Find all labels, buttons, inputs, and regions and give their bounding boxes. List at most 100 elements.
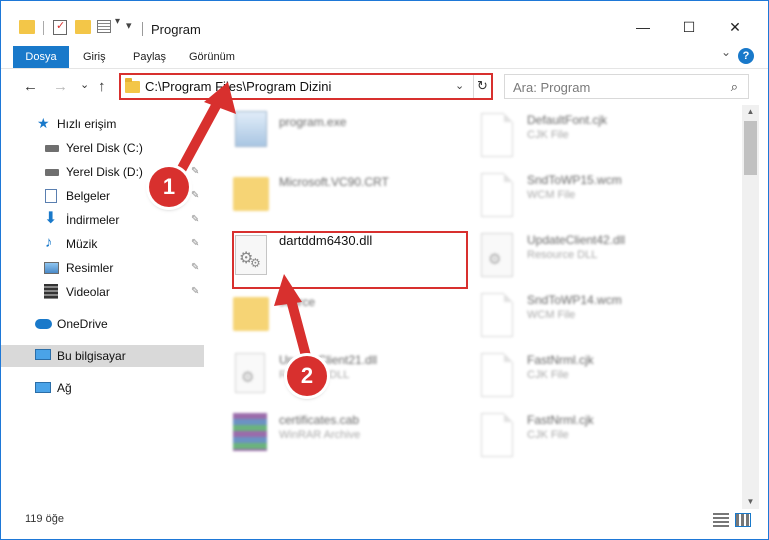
address-dropdown-icon[interactable]: ⌄ — [455, 79, 464, 92]
pin-icon[interactable]: ✎ — [191, 161, 199, 183]
callout-2: 2 — [287, 356, 327, 396]
sidebar-item-label: Belgeler — [66, 189, 111, 203]
sidebar-item-this-pc[interactable]: Bu bilgisayar — [1, 345, 204, 367]
file-name: certificates.cab — [279, 413, 360, 427]
file-name: Microsoft.VC90.CRT — [279, 175, 389, 189]
sidebar-item-label: Ağ — [57, 381, 72, 395]
file-item[interactable]: ⚙ UpdateClient42.dll Resource DLL — [459, 225, 699, 281]
search-input[interactable]: Ara: Program ⌕ — [504, 74, 749, 99]
sidebar-item-onedrive[interactable]: OneDrive — [1, 313, 204, 335]
folder-icon — [233, 297, 269, 331]
item-count: 119 öğe — [25, 513, 64, 525]
file-item[interactable]: certificates.cab WinRAR Archive — [211, 405, 451, 461]
file-name: SndToWP15.wcm — [527, 173, 622, 187]
tab-paylas[interactable]: Paylaş — [125, 46, 174, 68]
cloud-icon — [35, 319, 52, 329]
pin-icon[interactable]: ✎ — [191, 185, 199, 207]
large-icons-view-icon[interactable] — [735, 513, 751, 527]
close-button[interactable]: ✕ — [713, 12, 757, 42]
callout-1: 1 — [149, 167, 189, 207]
pin-icon[interactable]: ✎ — [191, 233, 199, 255]
sidebar-item-network[interactable]: Ağ — [1, 377, 204, 399]
file-type: Resource DLL — [527, 249, 598, 261]
file-name: FastNrml.cjk — [527, 353, 594, 367]
sidebar-item-label: Bu bilgisayar — [57, 349, 126, 363]
document-icon — [481, 293, 513, 337]
maximize-button[interactable]: ☐ — [667, 12, 711, 42]
sidebar-item-pictures[interactable]: Resimler ✎ — [1, 257, 204, 279]
sidebar-item-label: İndirmeler — [66, 213, 120, 227]
up-button[interactable]: ↑ — [98, 78, 106, 95]
navigation-pane: ★ Hızlı erişim Yerel Disk (C:) ✎ Yerel D… — [1, 105, 206, 505]
file-item[interactable]: DefaultFont.cjk CJK File — [459, 105, 699, 161]
file-item[interactable]: FastNrml.cjk CJK File — [459, 345, 699, 401]
tab-giris[interactable]: Giriş — [75, 46, 114, 68]
folder-icon — [19, 20, 35, 34]
sidebar-item-label: Videolar — [66, 285, 110, 299]
ribbon-expand-icon[interactable]: ⌄ — [721, 45, 731, 59]
document-icon — [481, 413, 513, 457]
minimize-button[interactable]: — — [621, 12, 665, 42]
status-bar: 119 öğe — [1, 509, 768, 539]
file-item[interactable]: SndToWP15.wcm WCM File — [459, 165, 699, 221]
file-item[interactable]: program.exe — [211, 105, 451, 161]
sidebar-item-music[interactable]: ♪ Müzik ✎ — [1, 233, 204, 255]
sidebar-item-downloads[interactable]: ⬇ İndirmeler ✎ — [1, 209, 204, 231]
chevron-down-icon[interactable]: ▾ — [115, 16, 120, 27]
search-icon[interactable]: ⌕ — [731, 79, 738, 95]
winrar-icon — [233, 413, 267, 451]
pin-icon[interactable]: ✎ — [191, 209, 199, 231]
details-view-icon[interactable] — [713, 513, 729, 527]
quick-access-toolbar-icon[interactable]: ▾ — [126, 19, 132, 32]
pin-icon[interactable]: ✎ — [191, 257, 199, 279]
file-item[interactable]: FastNrml.cjk CJK File — [459, 405, 699, 461]
sidebar-item-quick-access[interactable]: ★ Hızlı erişim — [1, 113, 204, 135]
tab-dosya[interactable]: Dosya — [13, 46, 69, 68]
sidebar-item-videos[interactable]: Videolar ✎ — [1, 281, 204, 303]
computer-icon — [35, 349, 51, 360]
tab-gorunum[interactable]: Görünüm — [181, 46, 243, 68]
sidebar-item-label: Hızlı erişim — [57, 117, 117, 131]
file-list: program.exe Microsoft.VC90.CRT ⚙ ⚙ dartd… — [211, 105, 741, 505]
sidebar-item-disk-c[interactable]: Yerel Disk (C:) ✎ — [1, 137, 204, 159]
file-item[interactable]: Microsoft.VC90.CRT — [211, 165, 451, 221]
file-type: WinRAR Archive — [279, 429, 361, 441]
scroll-thumb[interactable] — [744, 121, 757, 175]
address-bar[interactable]: C:\Program Files\Program Dizini ⌄ ↻ — [119, 73, 493, 100]
file-name: SndToWP14.wcm — [527, 293, 622, 307]
forward-button[interactable]: → — [53, 78, 68, 95]
file-name: FastNrml.cjk — [527, 413, 594, 427]
back-button[interactable]: ← — [23, 78, 38, 95]
document-icon — [481, 173, 513, 217]
properties-icon[interactable]: ✓ — [53, 20, 67, 35]
file-name: UpdateClient42.dll — [527, 233, 626, 247]
pin-icon[interactable]: ✎ — [191, 137, 199, 159]
file-item[interactable]: ⚙ UpdateClient21.dll Resource DLL — [211, 345, 451, 401]
file-type: CJK File — [527, 369, 569, 381]
new-folder-icon[interactable] — [75, 20, 91, 34]
document-icon — [481, 353, 513, 397]
scroll-up-icon[interactable]: ▲ — [742, 105, 759, 119]
file-type: WCM File — [527, 309, 576, 321]
music-icon: ♪ — [45, 234, 53, 251]
file-item[interactable]: source — [211, 285, 451, 341]
recent-locations-icon[interactable]: ⌄ — [80, 78, 89, 91]
file-name: program.exe — [279, 115, 347, 129]
pin-icon[interactable]: ✎ — [191, 281, 199, 303]
file-type: CJK File — [527, 129, 569, 141]
file-type: WCM File — [527, 189, 576, 201]
customize-icon[interactable] — [97, 20, 111, 33]
help-icon[interactable]: ? — [738, 48, 754, 64]
vertical-scrollbar[interactable]: ▲ ▼ — [742, 105, 759, 509]
file-item[interactable]: SndToWP14.wcm WCM File — [459, 285, 699, 341]
address-path[interactable]: C:\Program Files\Program Dizini — [145, 79, 331, 94]
explorer-window: ✓ ▾ ▾ Program — ☐ ✕ Dosya Giriş Paylaş G… — [0, 0, 769, 540]
folder-icon — [233, 177, 269, 211]
file-type: CJK File — [527, 429, 569, 441]
downloads-icon: ⬇ — [44, 210, 58, 227]
videos-icon — [44, 284, 58, 299]
scroll-down-icon[interactable]: ▼ — [742, 495, 759, 509]
refresh-button[interactable]: ↻ — [473, 75, 491, 98]
ribbon-tabs: Dosya Giriş Paylaş Görünüm ⌄ ? — [1, 43, 768, 69]
title-separator — [142, 22, 143, 36]
